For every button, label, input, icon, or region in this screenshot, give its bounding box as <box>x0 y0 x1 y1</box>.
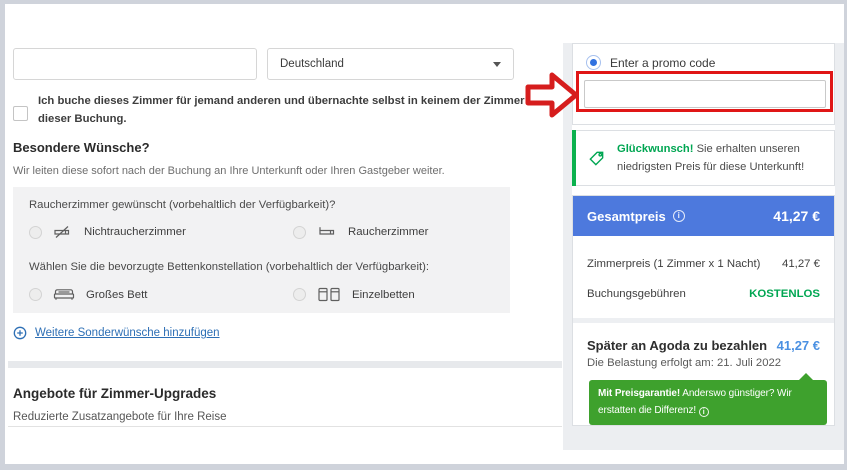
congrats-highlight: Glückwunsch! <box>617 143 694 155</box>
radio-option-smoking[interactable]: Raucherzimmer <box>293 225 428 239</box>
radio-option-nonsmoking[interactable]: Nichtraucherzimmer <box>29 225 186 239</box>
card-gap <box>8 361 562 368</box>
option-label: Raucherzimmer <box>348 226 429 238</box>
guest-details-card: Deutschland Ich buche dieses Zimmer für … <box>8 4 562 361</box>
pay-later-row: Später an Agoda zu bezahlen 41,27 € <box>587 338 820 353</box>
best-price-banner: Glückwunsch! Sie erhalten unseren niedri… <box>572 130 835 186</box>
radio-selected[interactable] <box>586 55 601 70</box>
option-label: Nichtraucherzimmer <box>84 226 186 238</box>
upgrades-subtitle: Reduzierte Zusatzangebote für Ihre Reise <box>13 411 227 423</box>
no-smoking-icon <box>53 225 73 239</box>
booking-for-other-checkbox[interactable] <box>13 106 28 121</box>
option-label: Großes Bett <box>86 288 148 301</box>
promo-code-label: Enter a promo code <box>610 55 716 70</box>
guest-name-input[interactable] <box>13 48 257 80</box>
add-more-requests-label: Weitere Sonderwünsche hinzufügen <box>35 327 220 339</box>
annotation-red-arrow-icon <box>525 72 579 118</box>
total-price-header: Gesamtpreis 41,27 € <box>573 196 834 236</box>
bed-question: Wählen Sie die bevorzugte Bettenkonstell… <box>29 261 430 273</box>
double-bed-icon <box>53 287 75 302</box>
smoking-icon <box>317 225 337 239</box>
twin-beds-icon <box>317 287 341 302</box>
guarantee-highlight: Mit Preisgarantie! <box>598 388 681 399</box>
booking-page: Deutschland Ich buche dieses Zimmer für … <box>5 4 844 464</box>
price-row-label: Zimmerpreis (1 Zimmer x 1 Nacht) <box>587 258 761 270</box>
promo-code-radio-row[interactable]: Enter a promo code <box>586 55 715 70</box>
price-row-fees: Buchungsgebühren KOSTENLOS <box>587 288 820 300</box>
special-requests-subtitle: Wir leiten diese sofort nach der Buchung… <box>13 165 445 177</box>
country-select-value: Deutschland <box>280 58 344 70</box>
screenshot-frame: Deutschland Ich buche dieses Zimmer für … <box>0 0 847 470</box>
special-requests-title: Besondere Wünsche? <box>13 140 150 155</box>
price-summary-card: Gesamtpreis 41,27 € Zimmerpreis (1 Zimme… <box>572 195 835 426</box>
chevron-down-icon <box>493 61 501 67</box>
price-tag-icon <box>588 150 605 167</box>
radio-option-twin-beds[interactable]: Einzelbetten <box>293 287 415 302</box>
price-row-value-free: KOSTENLOS <box>749 288 820 300</box>
promo-code-card: Enter a promo code <box>572 43 835 125</box>
special-requests-box: Raucherzimmer gewünscht (vorbehaltlich d… <box>13 187 510 313</box>
right-bottom-spacer <box>572 426 844 450</box>
price-row-value: 41,27 € <box>781 258 820 270</box>
price-row-room: Zimmerpreis (1 Zimmer x 1 Nacht) 41,27 € <box>587 258 820 270</box>
pay-later-note: Die Belastung erfolgt am: 21. Juli 2022 <box>587 357 782 369</box>
total-price-label: Gesamtpreis <box>587 208 666 224</box>
radio-unselected[interactable] <box>293 288 306 301</box>
pay-later-label: Später an Agoda zu bezahlen <box>587 338 768 353</box>
price-guarantee-tooltip: Mit Preisgarantie! Anderswo günstiger? W… <box>589 373 827 425</box>
best-price-message: Glückwunsch! Sie erhalten unseren niedri… <box>617 141 823 177</box>
total-price-value: 41,27 € <box>773 208 820 224</box>
option-label: Einzelbetten <box>352 288 415 301</box>
smoking-question: Raucherzimmer gewünscht (vorbehaltlich d… <box>29 199 336 211</box>
add-more-requests-link[interactable]: Weitere Sonderwünsche hinzufügen <box>13 326 220 340</box>
radio-unselected[interactable] <box>293 225 306 239</box>
booking-for-other-row[interactable]: Ich buche dieses Zimmer für jemand ander… <box>13 93 533 128</box>
room-upgrades-card: Angebote für Zimmer-Upgrades Reduzierte … <box>8 368 562 427</box>
price-row-label: Buchungsgebühren <box>587 288 686 300</box>
booking-for-other-label: Ich buche dieses Zimmer für jemand ander… <box>38 95 525 125</box>
info-icon[interactable] <box>672 210 685 222</box>
pay-later-value: 41,27 € <box>776 338 820 353</box>
radio-option-large-bed[interactable]: Großes Bett <box>29 287 147 302</box>
radio-unselected[interactable] <box>29 288 42 301</box>
section-divider <box>573 318 834 323</box>
info-icon[interactable] <box>698 406 709 417</box>
right-margin <box>835 43 844 450</box>
country-select[interactable]: Deutschland <box>267 48 514 80</box>
radio-unselected[interactable] <box>29 225 42 239</box>
promo-code-input[interactable] <box>584 80 826 108</box>
upgrades-title: Angebote für Zimmer-Upgrades <box>13 386 217 401</box>
plus-circle-icon <box>13 326 27 340</box>
